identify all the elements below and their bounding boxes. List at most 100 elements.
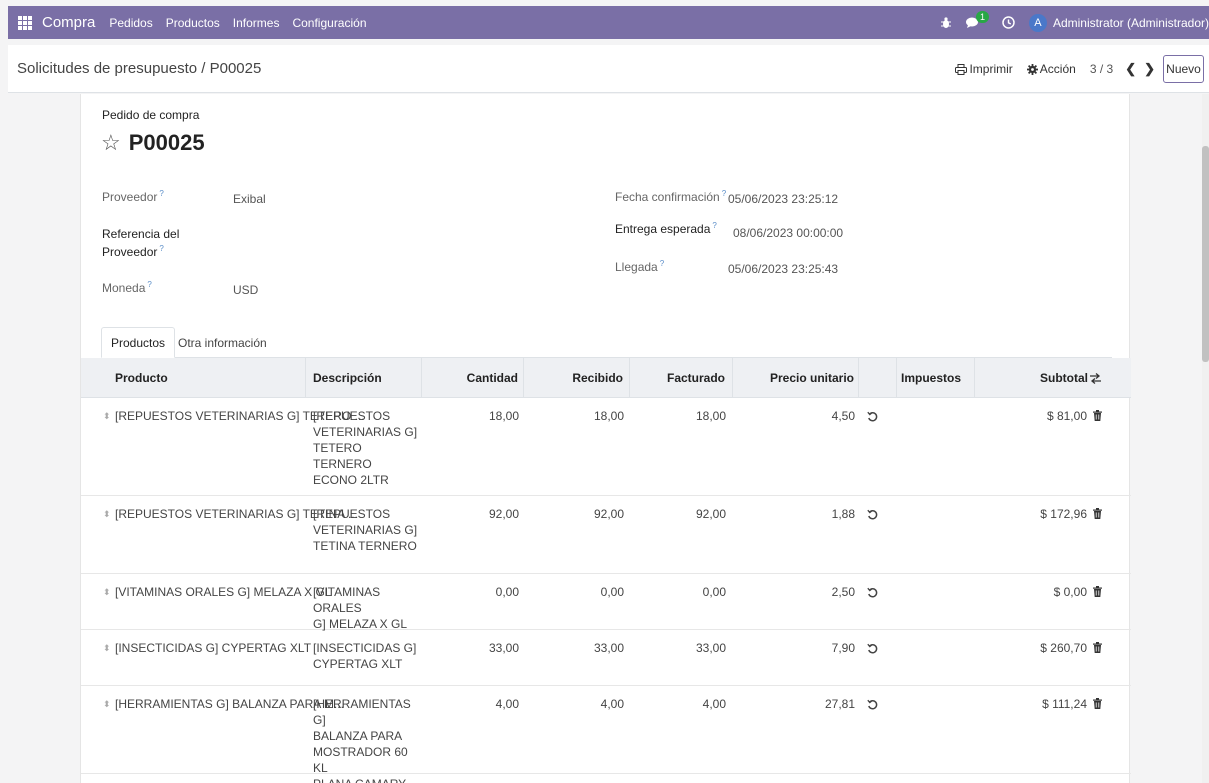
product-cell[interactable]: [HERRAMIENTAS G] BALANZA PARA M... <box>115 696 344 712</box>
pager-value[interactable]: 3 / 3 <box>1090 62 1113 76</box>
invoiced-cell[interactable]: 0,00 <box>630 584 726 600</box>
column-header-cantidad[interactable]: Cantidad <box>422 358 524 398</box>
column-header-recibido[interactable]: Recibido <box>524 358 630 398</box>
help-tooltip-icon[interactable]: ? <box>660 259 664 268</box>
tab-otra-informacion[interactable]: Otra información <box>169 327 276 358</box>
column-header-precio-unitario[interactable]: Precio unitario <box>733 358 859 398</box>
unit-price-cell[interactable]: 7,90 <box>733 640 855 656</box>
product-cell[interactable]: [INSECTICIDAS G] CYPERTAG XLT <box>115 640 311 656</box>
invoiced-cell[interactable]: 92,00 <box>630 506 726 522</box>
help-tooltip-icon[interactable]: ? <box>722 189 726 198</box>
apps-menu-icon[interactable] <box>18 15 32 30</box>
menu-informes[interactable]: Informes <box>233 16 280 30</box>
star-icon[interactable]: ☆ <box>101 132 121 154</box>
column-header-impuestos[interactable]: Impuestos <box>897 358 975 398</box>
app-name[interactable]: Compra <box>42 14 95 31</box>
menu-pedidos[interactable]: Pedidos <box>109 16 152 30</box>
refresh-price-icon[interactable] <box>867 410 881 426</box>
referencia-field[interactable] <box>233 236 453 252</box>
column-header-subtotal[interactable]: Subtotal <box>975 358 1102 398</box>
llegada-field[interactable]: 05/06/2023 23:25:43 <box>728 262 838 276</box>
trash-icon[interactable] <box>1093 586 1103 597</box>
avatar[interactable]: A <box>1028 13 1047 32</box>
column-header-descripcion[interactable]: Descripción <box>306 358 422 398</box>
refresh-price-icon[interactable] <box>867 508 881 524</box>
help-tooltip-icon[interactable]: ? <box>159 189 163 198</box>
help-tooltip-icon[interactable]: ? <box>159 244 163 253</box>
unit-price-cell[interactable]: 4,50 <box>733 408 855 424</box>
quantity-cell[interactable]: 92,00 <box>422 506 519 522</box>
drag-handle-icon[interactable]: ⬍ <box>103 640 113 656</box>
user-menu[interactable]: Administrator (Administrador) <box>1053 16 1209 30</box>
column-header-producto[interactable]: Producto <box>81 358 306 398</box>
trash-icon[interactable] <box>1093 410 1103 421</box>
menu-productos[interactable]: Productos <box>166 16 220 30</box>
messages-icon[interactable]: 1 <box>965 10 989 29</box>
description-cell[interactable]: [REPUESTOS VETERINARIAS G] TETINA TERNERO <box>313 506 423 554</box>
notebook-tabs: Productos Otra información <box>101 327 1112 358</box>
description-cell[interactable]: [VITAMINAS ORALES G] MELAZA X GL <box>313 584 423 632</box>
refresh-price-icon[interactable] <box>867 698 881 714</box>
table-row[interactable]: ⬍ [INSECTICIDAS G] CYPERTAG XLT [INSECTICI… <box>81 630 1131 686</box>
help-tooltip-icon[interactable]: ? <box>147 280 151 289</box>
drag-handle-icon[interactable]: ⬍ <box>103 408 113 424</box>
table-row[interactable]: ⬍ [REPUESTOS VETERINARIAS G] TETERO ... [R… <box>81 398 1131 496</box>
unit-price-cell[interactable]: 2,50 <box>733 584 855 600</box>
quantity-cell[interactable]: 4,00 <box>422 696 519 712</box>
entrega-esperada-field[interactable]: 08/06/2023 00:00:00 <box>733 226 843 240</box>
help-tooltip-icon[interactable]: ? <box>712 221 716 230</box>
unit-price-cell[interactable]: 27,81 <box>733 696 855 712</box>
description-line: [VITAMINAS ORALES <box>313 585 381 615</box>
invoiced-cell[interactable]: 18,00 <box>630 408 726 424</box>
table-row[interactable]: ⬍ [REPUESTOS VETERINARIAS G] TETINA ... [R… <box>81 496 1131 574</box>
scrollbar-thumb[interactable] <box>1202 146 1209 362</box>
description-cell[interactable]: [HERRAMIENTAS G] BALANZA PARA MOSTRADOR 60… <box>313 696 423 783</box>
breadcrumb[interactable]: Solicitudes de presupuesto / P00025 <box>17 60 261 77</box>
fecha-confirmacion-field[interactable]: 05/06/2023 23:25:12 <box>728 192 838 206</box>
moneda-field[interactable]: USD <box>233 283 258 297</box>
column-header-facturado[interactable]: Facturado <box>630 358 733 398</box>
invoiced-cell[interactable]: 4,00 <box>630 696 726 712</box>
scrollbar[interactable] <box>1202 94 1209 783</box>
entrega-esperada-label: Entrega esperada? <box>615 221 717 236</box>
print-button[interactable]: Imprimir <box>955 62 1013 76</box>
drag-handle-icon[interactable]: ⬍ <box>103 584 113 600</box>
optional-columns-toggle-icon[interactable] <box>1090 358 1110 398</box>
activity-clock-icon[interactable] <box>1002 16 1015 29</box>
product-cell[interactable]: [VITAMINAS ORALES G] MELAZA X GL <box>115 584 332 600</box>
pager-next-icon[interactable]: ❯ <box>1144 61 1155 77</box>
received-cell[interactable]: 18,00 <box>524 408 624 424</box>
trash-icon[interactable] <box>1093 698 1103 709</box>
invoiced-cell[interactable]: 33,00 <box>630 640 726 656</box>
refresh-price-icon[interactable] <box>867 642 881 658</box>
drag-handle-icon[interactable]: ⬍ <box>103 696 113 712</box>
description-line: CYPERTAG XLT <box>313 657 403 671</box>
proveedor-field[interactable]: Exibal <box>233 192 266 206</box>
table-row[interactable]: ⬍ [HERRAMIENTAS G] BALANZA PARA M... [HERR… <box>81 686 1131 783</box>
refresh-price-icon[interactable] <box>867 586 881 602</box>
received-cell[interactable]: 0,00 <box>524 584 624 600</box>
action-button[interactable]: Acción <box>1026 62 1076 76</box>
quantity-cell[interactable]: 33,00 <box>422 640 519 656</box>
unit-price-cell[interactable]: 1,88 <box>733 506 855 522</box>
quantity-cell[interactable]: 0,00 <box>422 584 519 600</box>
trash-icon[interactable] <box>1093 642 1103 653</box>
pager-previous-icon[interactable]: ❮ <box>1125 61 1136 77</box>
menu-configuracion[interactable]: Configuración <box>292 16 366 30</box>
new-button[interactable]: Nuevo <box>1163 55 1204 83</box>
title-label: Pedido de compra <box>102 108 200 122</box>
received-cell[interactable]: 33,00 <box>524 640 624 656</box>
trash-icon[interactable] <box>1093 508 1103 519</box>
product-cell[interactable]: [REPUESTOS VETERINARIAS G] TETERO ... <box>115 408 365 424</box>
received-cell[interactable]: 4,00 <box>524 696 624 712</box>
quantity-cell[interactable]: 18,00 <box>422 408 519 424</box>
debug-bug-icon[interactable] <box>940 16 952 29</box>
tab-productos[interactable]: Productos <box>101 327 176 358</box>
product-cell[interactable]: [REPUESTOS VETERINARIAS G] TETINA ... <box>115 506 358 522</box>
description-cell[interactable]: [REPUESTOS VETERINARIAS G] TETERO TERNERO E… <box>313 408 423 488</box>
description-line: [REPUESTOS <box>313 507 391 521</box>
received-cell[interactable]: 92,00 <box>524 506 624 522</box>
description-cell[interactable]: [INSECTICIDAS G] CYPERTAG XLT <box>313 640 423 672</box>
drag-handle-icon[interactable]: ⬍ <box>103 506 113 522</box>
table-row[interactable]: ⬍ [VITAMINAS ORALES G] MELAZA X GL [VITAMI… <box>81 574 1131 632</box>
